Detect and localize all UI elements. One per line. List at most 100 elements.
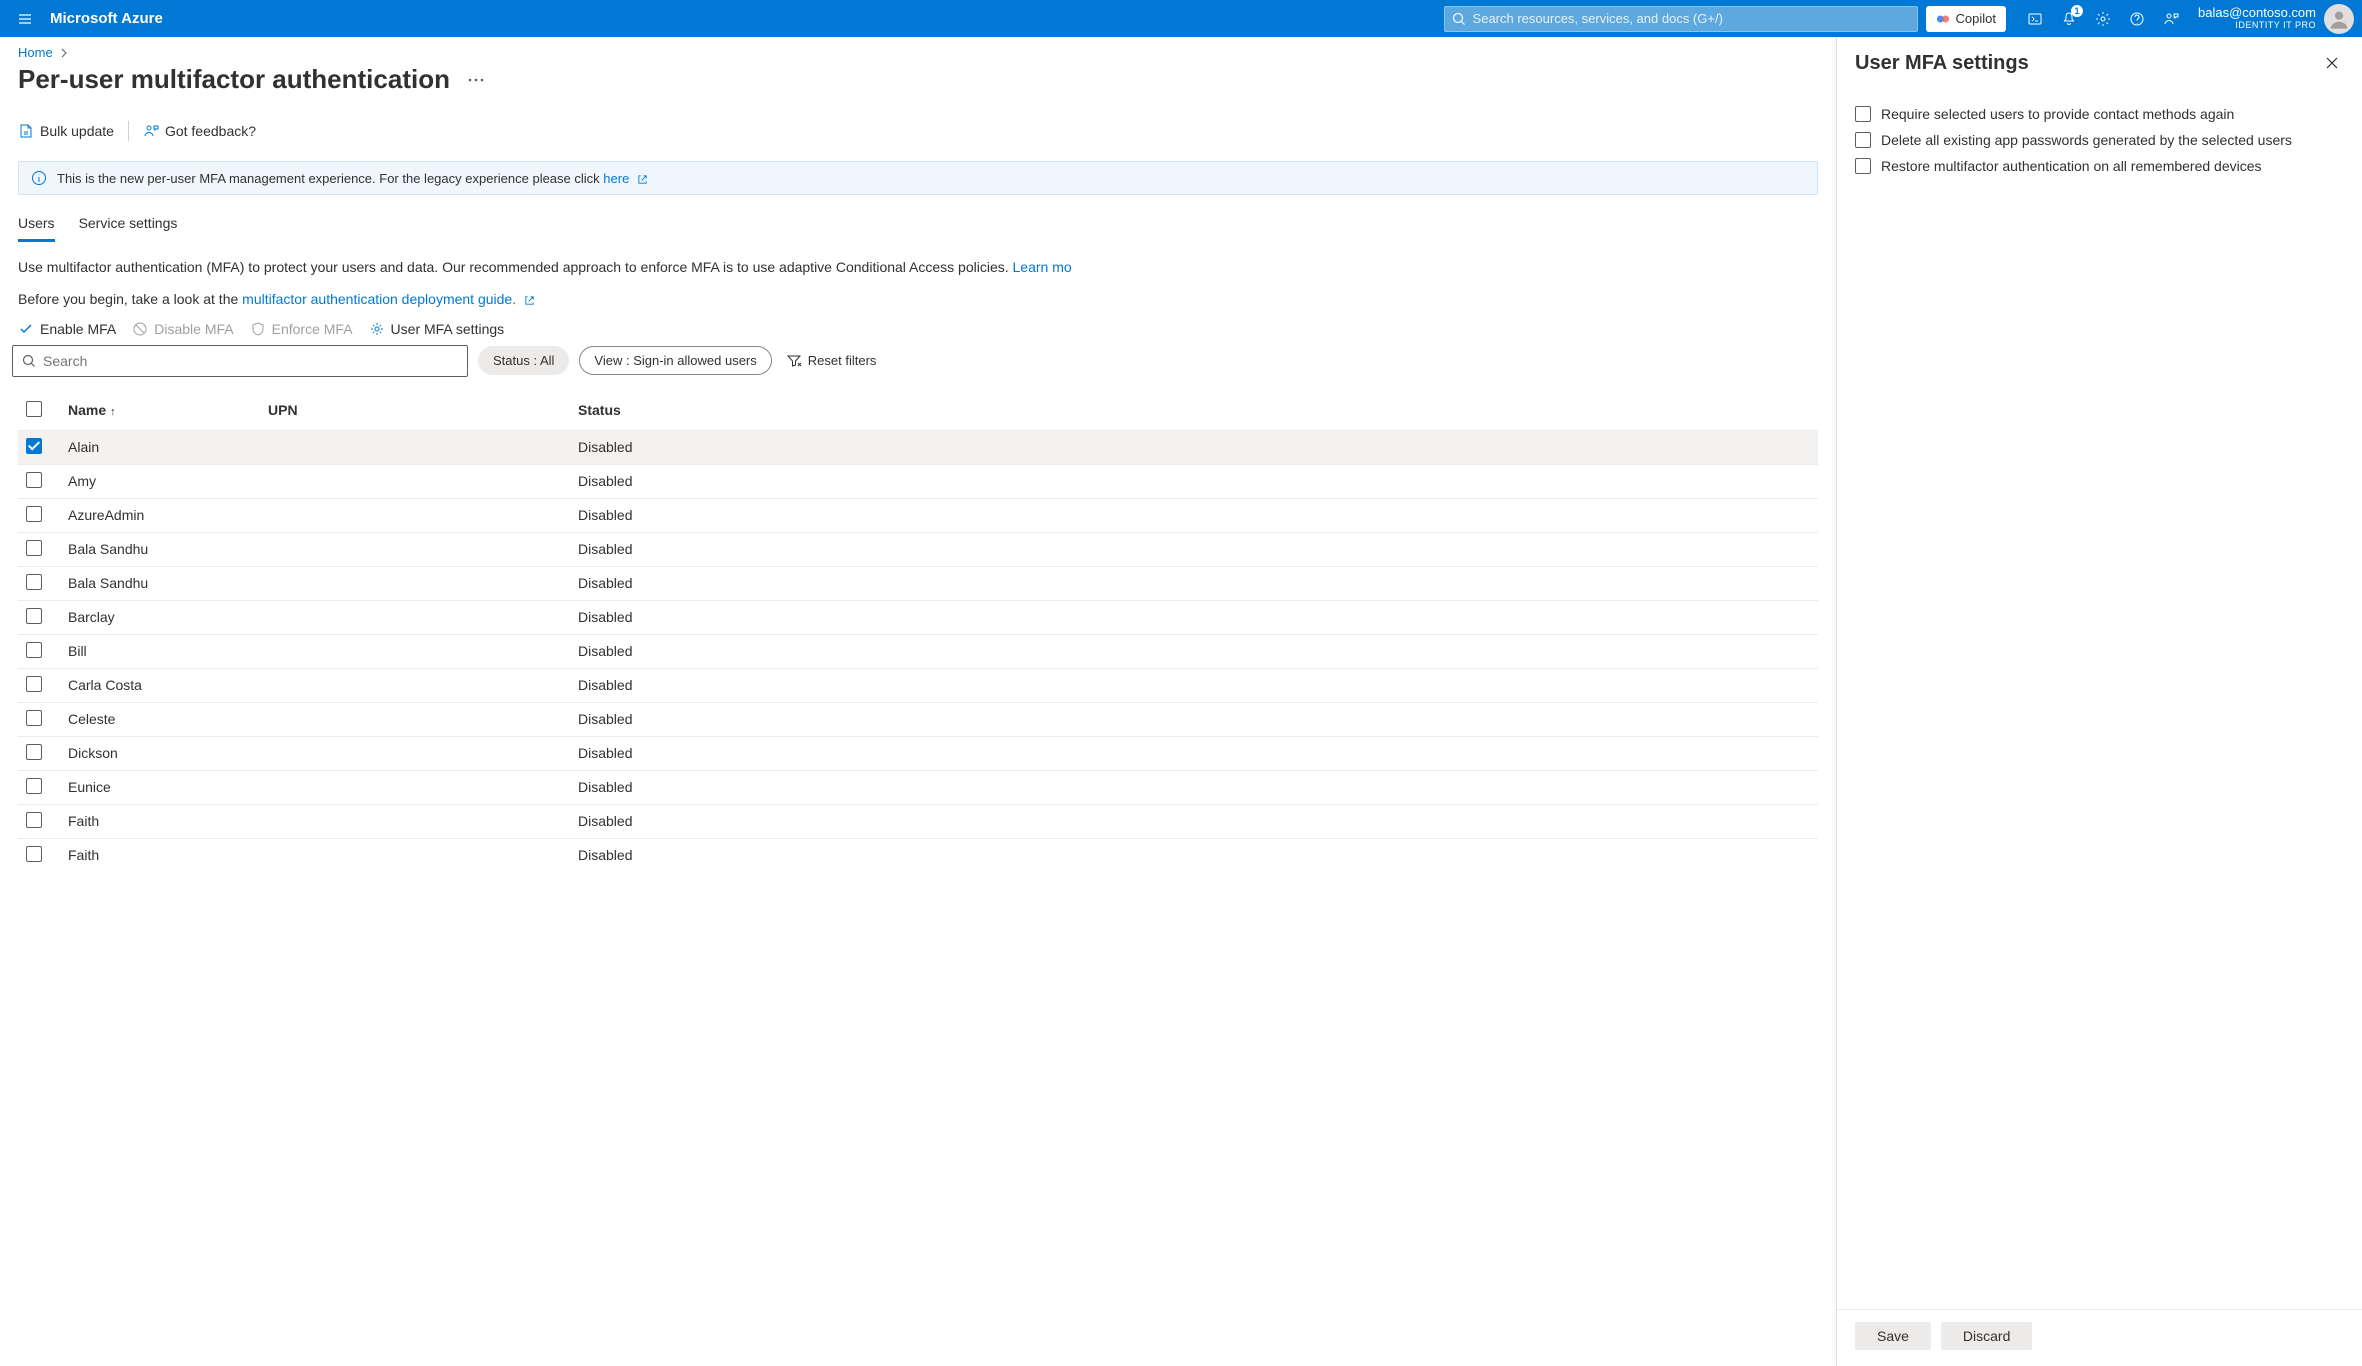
table-row[interactable]: FaithDisabled bbox=[18, 804, 1818, 838]
command-separator bbox=[128, 121, 129, 141]
checkbox-restore-mfa[interactable] bbox=[1855, 158, 1871, 174]
cell-status: Disabled bbox=[570, 532, 1818, 566]
table-row[interactable]: BarclayDisabled bbox=[18, 600, 1818, 634]
global-search[interactable] bbox=[1444, 6, 1918, 32]
row-checkbox[interactable] bbox=[26, 438, 42, 454]
select-all-checkbox[interactable] bbox=[26, 401, 42, 417]
settings-button[interactable] bbox=[2086, 2, 2120, 36]
table-row[interactable]: FaithDisabled bbox=[18, 838, 1818, 872]
status-filter-pill[interactable]: Status : All bbox=[478, 346, 569, 375]
feedback-link[interactable]: Got feedback? bbox=[143, 123, 256, 139]
search-icon bbox=[21, 353, 37, 369]
table-row[interactable]: EuniceDisabled bbox=[18, 770, 1818, 804]
desc-line2: Before you begin, take a look at the bbox=[18, 291, 242, 307]
enforce-mfa-button: Enforce MFA bbox=[250, 321, 353, 337]
table-row[interactable]: Carla CostaDisabled bbox=[18, 668, 1818, 702]
row-checkbox[interactable] bbox=[26, 608, 42, 624]
tab-service-settings[interactable]: Service settings bbox=[79, 209, 178, 242]
table-row[interactable]: DicksonDisabled bbox=[18, 736, 1818, 770]
panel-body: Require selected users to provide contac… bbox=[1837, 93, 2362, 1309]
panel-close-button[interactable] bbox=[2320, 51, 2344, 75]
row-checkbox[interactable] bbox=[26, 710, 42, 726]
table-row[interactable]: Bala SandhuDisabled bbox=[18, 566, 1818, 600]
row-checkbox[interactable] bbox=[26, 846, 42, 862]
notifications-button[interactable]: 1 bbox=[2052, 2, 2086, 36]
brand-label[interactable]: Microsoft Azure bbox=[50, 10, 163, 27]
table-row[interactable]: AlainDisabled bbox=[18, 430, 1818, 464]
row-checkbox[interactable] bbox=[26, 472, 42, 488]
user-search-input[interactable] bbox=[43, 353, 459, 369]
option-delete-app-pw[interactable]: Delete all existing app passwords genera… bbox=[1855, 127, 2344, 153]
option-require-contact[interactable]: Require selected users to provide contac… bbox=[1855, 101, 2344, 127]
cell-status: Disabled bbox=[570, 430, 1818, 464]
users-table: Name↑ UPN Status AlainDisabledAmyDisable… bbox=[18, 391, 1818, 872]
user-mfa-settings-label: User MFA settings bbox=[391, 321, 505, 337]
bulk-update-label: Bulk update bbox=[40, 123, 114, 139]
copilot-icon bbox=[1936, 12, 1950, 26]
users-table-wrap: Name↑ UPN Status AlainDisabledAmyDisable… bbox=[0, 377, 1836, 872]
table-row[interactable]: CelesteDisabled bbox=[18, 702, 1818, 736]
cell-upn bbox=[260, 736, 570, 770]
account-info[interactable]: balas@contoso.com IDENTITY IT PRO bbox=[2198, 6, 2316, 30]
avatar[interactable] bbox=[2324, 4, 2354, 34]
reset-filters-label: Reset filters bbox=[808, 353, 877, 368]
col-upn-header[interactable]: UPN bbox=[260, 391, 570, 431]
copilot-button[interactable]: Copilot bbox=[1926, 6, 2006, 32]
cell-status: Disabled bbox=[570, 498, 1818, 532]
cell-status: Disabled bbox=[570, 702, 1818, 736]
reset-filters-button[interactable]: Reset filters bbox=[786, 353, 877, 369]
checkbox-delete-app-pw[interactable] bbox=[1855, 132, 1871, 148]
disable-mfa-label: Disable MFA bbox=[154, 321, 233, 337]
user-mfa-settings-button[interactable]: User MFA settings bbox=[369, 321, 505, 337]
check-icon bbox=[18, 321, 34, 337]
cell-name: Bill bbox=[60, 634, 260, 668]
checkbox-require-contact[interactable] bbox=[1855, 106, 1871, 122]
row-checkbox[interactable] bbox=[26, 642, 42, 658]
desc-guide-link[interactable]: multifactor authentication deployment gu… bbox=[242, 291, 516, 307]
row-checkbox[interactable] bbox=[26, 540, 42, 556]
row-checkbox[interactable] bbox=[26, 676, 42, 692]
cell-status: Disabled bbox=[570, 838, 1818, 872]
cell-upn bbox=[260, 634, 570, 668]
save-button[interactable]: Save bbox=[1855, 1322, 1931, 1350]
desc-line1: Use multifactor authentication (MFA) to … bbox=[18, 259, 1013, 275]
user-search[interactable] bbox=[12, 345, 468, 377]
option-restore-mfa[interactable]: Restore multifactor authentication on al… bbox=[1855, 153, 2344, 179]
search-icon bbox=[1451, 11, 1467, 27]
col-status-header[interactable]: Status bbox=[570, 391, 1818, 431]
desc-learn-more-link[interactable]: Learn mo bbox=[1013, 259, 1072, 275]
copilot-label: Copilot bbox=[1956, 11, 1996, 26]
cell-name: Carla Costa bbox=[60, 668, 260, 702]
table-row[interactable]: Bala SandhuDisabled bbox=[18, 532, 1818, 566]
cell-upn bbox=[260, 498, 570, 532]
row-checkbox[interactable] bbox=[26, 744, 42, 760]
tab-users[interactable]: Users bbox=[18, 209, 55, 242]
page-title-more[interactable] bbox=[464, 68, 488, 92]
cloud-shell-button[interactable] bbox=[2018, 2, 2052, 36]
chevron-right-icon bbox=[59, 48, 69, 58]
row-checkbox[interactable] bbox=[26, 506, 42, 522]
help-icon bbox=[2129, 11, 2145, 27]
discard-button[interactable]: Discard bbox=[1941, 1322, 2032, 1350]
row-checkbox[interactable] bbox=[26, 778, 42, 794]
cell-name: Faith bbox=[60, 804, 260, 838]
feedback-button[interactable] bbox=[2154, 2, 2188, 36]
row-checkbox[interactable] bbox=[26, 812, 42, 828]
table-row[interactable]: AzureAdminDisabled bbox=[18, 498, 1818, 532]
banner-link[interactable]: here bbox=[603, 171, 629, 186]
bulk-update-button[interactable]: Bulk update bbox=[18, 123, 114, 139]
cell-upn bbox=[260, 532, 570, 566]
person-feedback-icon bbox=[2163, 11, 2179, 27]
enable-mfa-button[interactable]: Enable MFA bbox=[18, 321, 116, 337]
enforce-mfa-label: Enforce MFA bbox=[272, 321, 353, 337]
col-name-header[interactable]: Name↑ bbox=[60, 391, 260, 431]
breadcrumb: Home bbox=[0, 37, 1836, 60]
view-filter-pill[interactable]: View : Sign-in allowed users bbox=[579, 346, 771, 375]
row-checkbox[interactable] bbox=[26, 574, 42, 590]
global-search-input[interactable] bbox=[1473, 11, 1911, 26]
table-row[interactable]: AmyDisabled bbox=[18, 464, 1818, 498]
table-row[interactable]: BillDisabled bbox=[18, 634, 1818, 668]
breadcrumb-home[interactable]: Home bbox=[18, 45, 53, 60]
help-button[interactable] bbox=[2120, 2, 2154, 36]
hamburger-menu[interactable] bbox=[8, 2, 42, 36]
